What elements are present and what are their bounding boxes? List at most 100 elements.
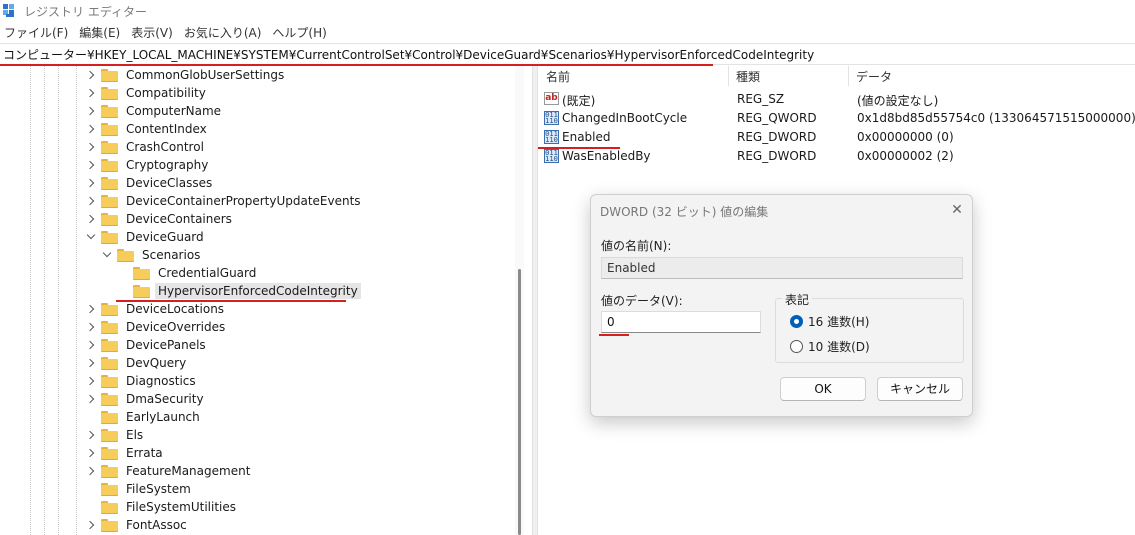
tree-item-filesystem[interactable]: FileSystem	[86, 480, 194, 498]
dec-radio-indicator[interactable]	[790, 340, 803, 353]
dec-radio[interactable]: 10 進数(D)	[790, 338, 870, 355]
menu-edit[interactable]: 編集(E)	[75, 24, 124, 41]
chevron-down-icon[interactable]	[86, 228, 96, 246]
menu-favorites[interactable]: お気に入り(A)	[180, 24, 266, 41]
menu-bar: ファイル(F) 編集(E) 表示(V) お気に入り(A) ヘルプ(H)	[0, 22, 334, 42]
tree-item-devquery[interactable]: DevQuery	[86, 354, 189, 372]
value-row[interactable]: 011 110 ChangedInBootCycle REG_QWORD 0x1d…	[538, 109, 1135, 128]
tree-item-scenarios[interactable]: Scenarios	[102, 246, 203, 264]
address-bar[interactable]: コンピューター¥HKEY_LOCAL_MACHINE¥SYSTEM¥Curren…	[0, 43, 1135, 65]
tree-item-contentindex[interactable]: ContentIndex	[86, 120, 210, 138]
chevron-right-icon[interactable]	[86, 66, 96, 84]
value-name: Enabled	[562, 130, 611, 144]
folder-icon	[101, 320, 118, 334]
chevron-right-icon[interactable]	[86, 84, 96, 102]
value-row[interactable]: ab (既定) REG_SZ (値の設定なし)	[538, 90, 1135, 109]
column-header-data[interactable]: データ	[856, 66, 892, 86]
folder-icon	[101, 464, 118, 478]
tree-scrollbar[interactable]	[515, 66, 524, 535]
chevron-right-icon[interactable]	[86, 102, 96, 120]
folder-icon	[101, 428, 118, 442]
value-type: REG_QWORD	[737, 111, 817, 125]
tree-item-diagnostics[interactable]: Diagnostics	[86, 372, 199, 390]
hex-radio-indicator[interactable]	[790, 315, 803, 328]
tree-item-fontassoc[interactable]: FontAssoc	[86, 516, 190, 534]
tree-item-devicepanels[interactable]: DevicePanels	[86, 336, 209, 354]
tree-item-cryptography[interactable]: Cryptography	[86, 156, 211, 174]
tree-item-label: CommonGlobUserSettings	[126, 68, 285, 82]
key-tree-pane: CommonGlobUserSettings Compatibility Compu…	[0, 66, 532, 535]
tree-item-hypervisorenforcedcodeintegrity[interactable]: HypervisorEnforcedCodeIntegrity	[118, 282, 361, 300]
dialog-title: DWORD (32 ビット) 値の編集	[600, 205, 769, 219]
tree-item-credentialguard[interactable]: CredentialGuard	[118, 264, 259, 282]
chevron-right-icon[interactable]	[86, 192, 96, 210]
folder-icon	[101, 104, 118, 118]
tree-item-deviceoverrides[interactable]: DeviceOverrides	[86, 318, 228, 336]
folder-icon	[133, 266, 150, 280]
tree-item-label: Errata	[126, 446, 163, 460]
tree-item-devicecontainers[interactable]: DeviceContainers	[86, 210, 235, 228]
column-header-type[interactable]: 種類	[736, 66, 760, 86]
column-header-name[interactable]: 名前	[546, 66, 570, 86]
value-data-input[interactable]: 0	[601, 311, 761, 333]
tree-item-errata[interactable]: Errata	[86, 444, 166, 462]
chevron-right-icon[interactable]	[86, 156, 96, 174]
folder-icon	[117, 248, 134, 262]
chevron-right-icon[interactable]	[86, 318, 96, 336]
value-type: REG_DWORD	[737, 130, 817, 144]
tree-item-featuremanagement[interactable]: FeatureManagement	[86, 462, 253, 480]
chevron-right-icon[interactable]	[86, 462, 96, 480]
tree-item-compatibility[interactable]: Compatibility	[86, 84, 209, 102]
chevron-right-icon[interactable]	[86, 138, 96, 156]
tree-guide-line	[76, 66, 77, 535]
menu-help[interactable]: ヘルプ(H)	[268, 24, 330, 41]
menu-view[interactable]: 表示(V)	[127, 24, 177, 41]
title-bar: レジストリ エディター	[0, 0, 1135, 22]
ok-button[interactable]: OK	[780, 377, 866, 401]
folder-icon	[133, 284, 150, 298]
chevron-right-icon[interactable]	[86, 444, 96, 462]
tree-item-filesystemutilities[interactable]: FileSystemUtilities	[86, 498, 239, 516]
chevron-right-icon[interactable]	[86, 210, 96, 228]
tree-item-crashcontrol[interactable]: CrashControl	[86, 138, 207, 156]
tree-guide-line	[58, 66, 59, 535]
chevron-down-icon[interactable]	[102, 246, 112, 264]
address-path[interactable]: コンピューター¥HKEY_LOCAL_MACHINE¥SYSTEM¥Curren…	[3, 46, 814, 63]
chevron-right-icon[interactable]	[86, 426, 96, 444]
dec-radio-label: 10 進数(D)	[808, 340, 870, 354]
close-icon[interactable]: ✕	[946, 199, 968, 221]
tree-item-dmasecurity[interactable]: DmaSecurity	[86, 390, 207, 408]
tree-item-commonglobusersettings[interactable]: CommonGlobUserSettings	[86, 66, 287, 84]
chevron-right-icon[interactable]	[86, 174, 96, 192]
tree-scrollbar-thumb[interactable]	[518, 269, 521, 535]
value-row[interactable]: 011 110 Enabled REG_DWORD 0x00000000 (0)	[538, 128, 1135, 147]
tree-item-devicelocations[interactable]: DeviceLocations	[86, 300, 227, 318]
tree-item-earlylaunch[interactable]: EarlyLaunch	[86, 408, 203, 426]
chevron-right-icon[interactable]	[86, 120, 96, 138]
chevron-right-icon[interactable]	[86, 390, 96, 408]
tree-item-els[interactable]: Els	[86, 426, 146, 444]
hex-radio[interactable]: 16 進数(H)	[790, 313, 869, 330]
chevron-right-icon[interactable]	[86, 354, 96, 372]
tree-item-devicecontainerpropertyupdateevents[interactable]: DeviceContainerPropertyUpdateEvents	[86, 192, 364, 210]
column-separator[interactable]	[728, 66, 729, 86]
tree-item-label: Diagnostics	[126, 374, 196, 388]
base-group-label: 表記	[782, 291, 813, 308]
tree-item-deviceclasses[interactable]: DeviceClasses	[86, 174, 215, 192]
column-separator[interactable]	[848, 66, 849, 86]
tree-item-label: Els	[126, 428, 144, 442]
value-row[interactable]: 011 110 WasEnabledBy REG_DWORD 0x00000002…	[538, 147, 1135, 166]
chevron-right-icon[interactable]	[86, 372, 96, 390]
tree-item-computername[interactable]: ComputerName	[86, 102, 224, 120]
folder-icon	[101, 356, 118, 370]
chevron-right-icon[interactable]	[86, 516, 96, 534]
tree-item-label: Cryptography	[126, 158, 209, 172]
tree-item-deviceguard[interactable]: DeviceGuard	[86, 228, 207, 246]
tree-item-label: Scenarios	[142, 248, 201, 262]
chevron-right-icon[interactable]	[86, 336, 96, 354]
menu-file[interactable]: ファイル(F)	[0, 24, 72, 41]
value-name: WasEnabledBy	[562, 149, 651, 163]
chevron-right-icon[interactable]	[86, 300, 96, 318]
cancel-button[interactable]: キャンセル	[877, 377, 963, 401]
